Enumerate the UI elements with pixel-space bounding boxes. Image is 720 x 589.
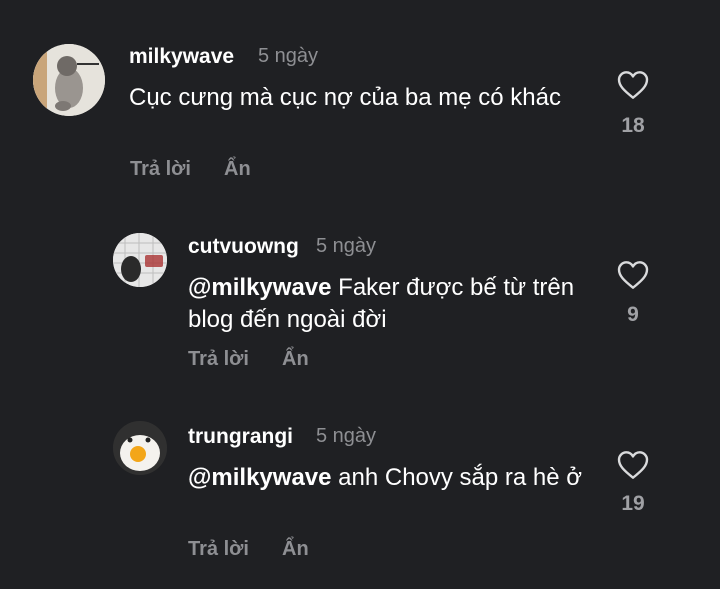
heart-outline-icon[interactable] — [617, 260, 649, 290]
comments-thread: milkywave 5 ngày Cục cưng mà cục nợ của … — [0, 0, 720, 589]
hide-button[interactable]: Ẩn — [224, 158, 251, 181]
heart-outline-icon[interactable] — [617, 450, 649, 480]
mention-link[interactable]: @milkywave — [188, 464, 331, 491]
comment-username[interactable]: trungrangi — [188, 425, 293, 449]
comment-body: anh Chovy sắp ra hè ở — [331, 464, 583, 491]
like-count: 9 — [627, 303, 639, 326]
reply-button[interactable]: Trả lời — [130, 158, 191, 181]
heart-outline-icon[interactable] — [617, 70, 649, 100]
like-count: 18 — [621, 114, 645, 137]
comment-text: @milkywave anh Chovy sắp ra hè ở — [188, 462, 588, 494]
comment-username[interactable]: cutvuowng — [188, 235, 299, 259]
comment-timestamp: 5 ngày — [258, 45, 319, 67]
mention-link[interactable]: @milkywave — [188, 274, 331, 301]
hide-button[interactable]: Ẩn — [282, 538, 309, 561]
avatar[interactable] — [113, 421, 167, 475]
comment-username[interactable]: milkywave — [129, 45, 234, 69]
avatar[interactable] — [113, 233, 167, 287]
comment-item: cutvuowng 5 ngày @milkywave Faker được b… — [0, 200, 720, 390]
comment-timestamp: 5 ngày — [316, 235, 377, 257]
comment-timestamp: 5 ngày — [316, 425, 377, 447]
reply-button[interactable]: Trả lời — [188, 538, 249, 561]
like-count: 19 — [621, 492, 645, 515]
comment-item: trungrangi 5 ngày @milkywave anh Chovy s… — [0, 390, 720, 589]
comment-body: Cục cưng mà cục nợ của ba mẹ có khác — [129, 84, 561, 111]
reply-button[interactable]: Trả lời — [188, 348, 249, 371]
comment-text: Cục cưng mà cục nợ của ba mẹ có khác — [129, 82, 569, 114]
avatar[interactable] — [33, 44, 105, 116]
comment-text: @milkywave Faker được bế từ trên blog đế… — [188, 272, 588, 336]
hide-button[interactable]: Ẩn — [282, 348, 309, 371]
comment-item: milkywave 5 ngày Cục cưng mà cục nợ của … — [0, 0, 720, 200]
